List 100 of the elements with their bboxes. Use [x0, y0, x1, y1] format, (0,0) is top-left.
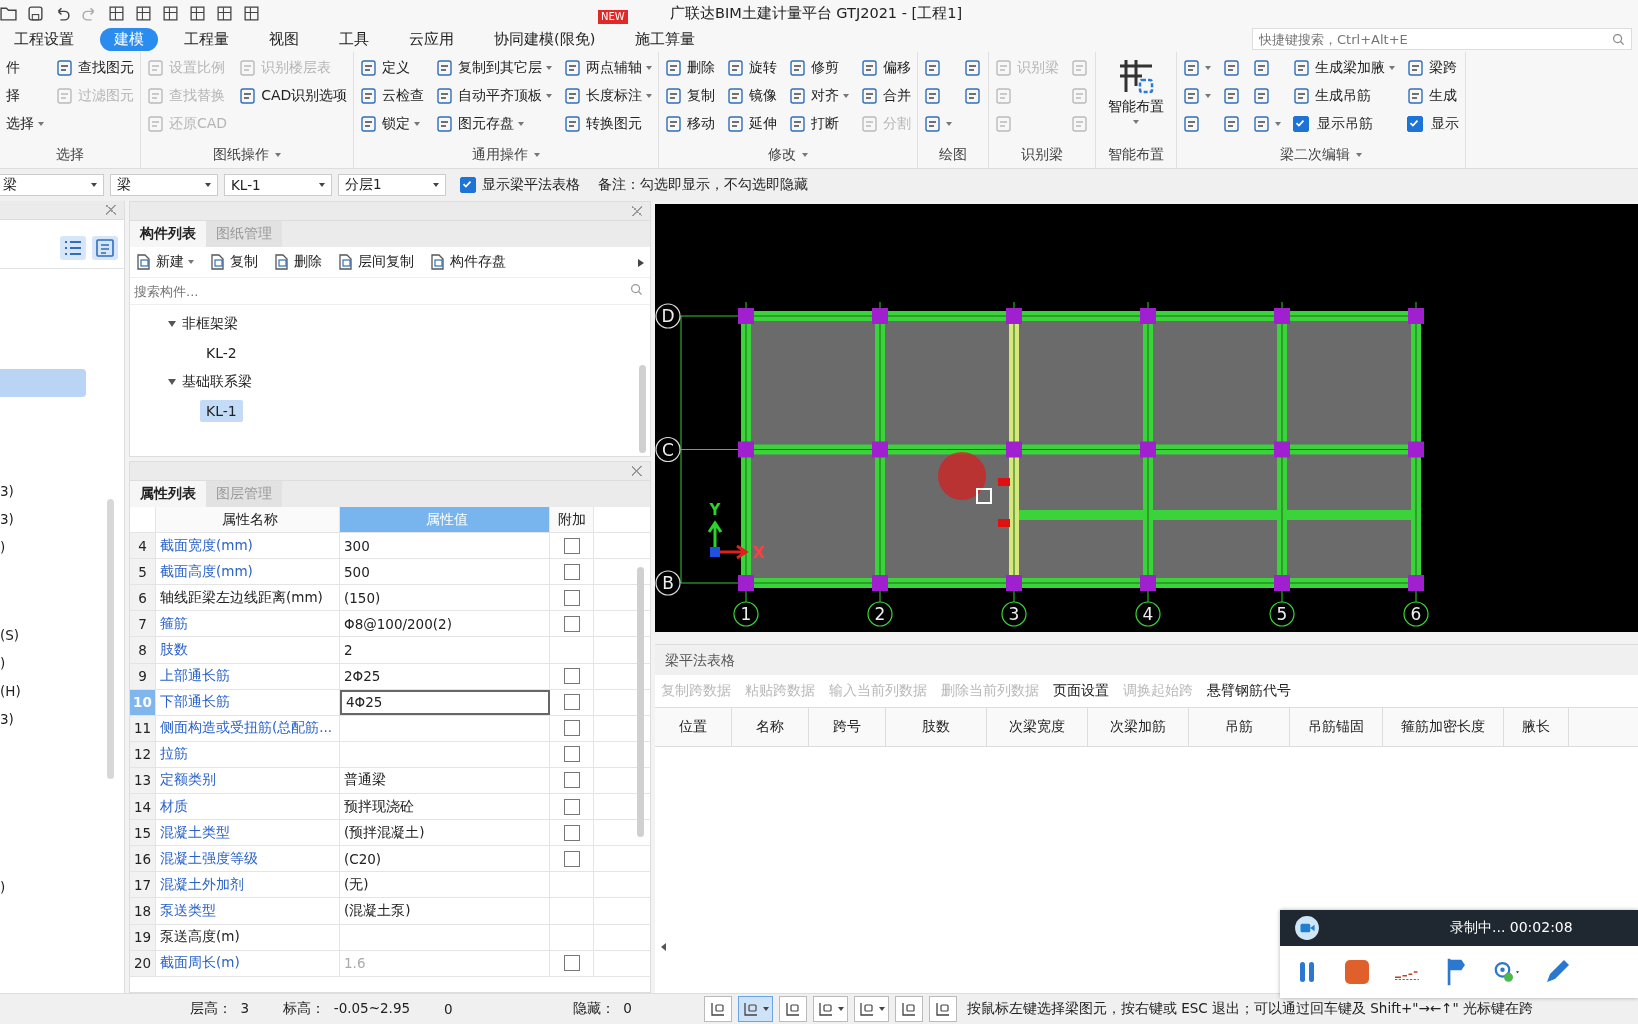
ribbon-button[interactable]: 旋转: [727, 54, 778, 82]
snap-button[interactable]: [853, 996, 889, 1022]
stop-icon[interactable]: [1342, 957, 1372, 987]
scrollbar[interactable]: [107, 499, 114, 779]
ribbon-button[interactable]: 生成吊筋: [1293, 82, 1396, 110]
tree-item[interactable]: KL-2: [200, 341, 243, 364]
list-item[interactable]: ): [0, 649, 86, 677]
beam-grid-drawing[interactable]: [680, 301, 1424, 603]
ribbon-button[interactable]: 偏移: [861, 54, 912, 82]
ribbon-button[interactable]: CAD识别选项: [239, 82, 348, 110]
ribbon-button[interactable]: 镜像: [727, 82, 778, 110]
property-value[interactable]: 预拌现浇砼: [340, 794, 550, 820]
ribbon-button[interactable]: 梁跨: [1407, 54, 1460, 82]
tree-item[interactable]: 基础联系梁: [182, 372, 252, 391]
checkbox[interactable]: [1407, 116, 1424, 132]
ribbon-button[interactable]: 删除: [665, 54, 716, 82]
ribbon-button[interactable]: 择: [6, 82, 44, 110]
checkbox-option[interactable]: 显示吊筋: [1293, 110, 1396, 138]
list-item[interactable]: 3): [0, 705, 86, 733]
checkbox[interactable]: [563, 720, 580, 737]
property-value[interactable]: 4Φ25: [340, 689, 550, 715]
snap-button[interactable]: [812, 996, 848, 1022]
property-value[interactable]: 300: [340, 533, 550, 559]
ribbon-button[interactable]: 查找图元: [56, 54, 134, 82]
list-item[interactable]: (S): [0, 621, 86, 649]
menu-tab[interactable]: 工具: [325, 27, 383, 51]
checkbox[interactable]: [563, 824, 580, 841]
large-ribbon-button[interactable]: 智能布置: [1102, 54, 1171, 128]
ribbon-button[interactable]: 移动: [665, 110, 716, 138]
list-item[interactable]: 3): [0, 505, 86, 533]
table-icon[interactable]: [216, 4, 233, 22]
menu-tab[interactable]: 工程量: [170, 27, 243, 51]
menu-tab[interactable]: 协同建模(限免): [480, 27, 610, 51]
property-value[interactable]: 2Φ25: [340, 663, 550, 689]
table-icon[interactable]: [189, 4, 206, 22]
property-value[interactable]: 500: [340, 559, 550, 585]
ribbon-button[interactable]: 转换图元: [564, 110, 653, 138]
table-icon[interactable]: [108, 4, 125, 22]
dropdown[interactable]: 梁: [110, 174, 218, 196]
property-value[interactable]: (预拌混凝土): [340, 820, 550, 846]
close-icon[interactable]: [106, 205, 116, 215]
property-value[interactable]: 2: [340, 637, 550, 663]
checkbox[interactable]: [563, 694, 580, 711]
ribbon-button[interactable]: 合并: [861, 82, 912, 110]
checkbox[interactable]: [563, 746, 580, 763]
snap-button[interactable]: [703, 996, 732, 1022]
ribbon-button[interactable]: 修剪: [789, 54, 850, 82]
property-value[interactable]: (C20): [340, 846, 550, 872]
ribbon-button[interactable]: 件: [6, 54, 44, 82]
menu-tab[interactable]: 视图: [255, 27, 313, 51]
list-item[interactable]: (H): [0, 677, 86, 705]
ribbon-button[interactable]: 复制: [665, 82, 716, 110]
checkbox[interactable]: [563, 589, 580, 606]
ribbon-button[interactable]: 选择: [6, 110, 44, 138]
checkbox-option[interactable]: 显示: [1407, 110, 1460, 138]
snap-button[interactable]: [737, 996, 773, 1022]
scrollbar[interactable]: [637, 567, 644, 837]
property-value[interactable]: 普通梁: [340, 767, 550, 794]
checkbox[interactable]: [563, 668, 580, 685]
ribbon-button[interactable]: 图元存盘: [436, 110, 553, 138]
toolbar-button[interactable]: 页面设置: [1053, 682, 1109, 700]
property-value[interactable]: (150): [340, 585, 550, 611]
expand-icon[interactable]: [168, 320, 176, 327]
menu-tab[interactable]: 云应用: [395, 27, 468, 51]
ribbon-button[interactable]: 长度标注: [564, 82, 653, 110]
checkbox[interactable]: [563, 850, 580, 867]
ribbon-button[interactable]: 打断: [789, 110, 850, 138]
scrollbar[interactable]: [639, 365, 646, 453]
toolbar-button[interactable]: 悬臂钢筋代号: [1207, 682, 1291, 700]
checkbox[interactable]: [563, 537, 580, 554]
ribbon-button[interactable]: 两点辅轴: [564, 54, 653, 82]
ribbon-button[interactable]: 延伸: [727, 110, 778, 138]
snap-button[interactable]: [928, 996, 957, 1022]
close-icon[interactable]: [632, 206, 642, 216]
ribbon-button[interactable]: 自动平齐顶板: [436, 82, 553, 110]
menu-tab[interactable]: 工程设置: [0, 27, 88, 51]
ribbon-button[interactable]: 云检查: [360, 82, 425, 110]
checkbox[interactable]: [563, 955, 580, 972]
ribbon-button[interactable]: 定义: [360, 54, 425, 82]
checkbox[interactable]: [563, 798, 580, 815]
checkbox[interactable]: [563, 615, 580, 632]
scroll-left-icon[interactable]: [661, 943, 666, 951]
dropdown[interactable]: 分层1: [338, 174, 446, 196]
list-item[interactable]: 3): [0, 477, 86, 505]
more-icon[interactable]: [638, 259, 644, 267]
tree-item[interactable]: 非框架梁: [182, 314, 238, 333]
dropdown[interactable]: KL-1: [224, 174, 332, 196]
save-icon[interactable]: [27, 4, 44, 22]
snap-button[interactable]: [894, 996, 923, 1022]
ribbon-button[interactable]: 对齐: [789, 82, 850, 110]
toolbar-button[interactable]: 构件存盘: [428, 253, 506, 271]
menu-tab[interactable]: 施工算量: [621, 27, 710, 51]
table-icon[interactable]: [135, 4, 152, 22]
search-field[interactable]: 快捷键搜索，Ctrl+Alt+E: [1252, 28, 1632, 50]
checkbox[interactable]: [1293, 116, 1310, 132]
snap-button[interactable]: [778, 996, 807, 1022]
table-icon[interactable]: [162, 4, 179, 22]
checkbox-option[interactable]: 显示梁平法表格: [460, 176, 580, 194]
toolbar-button[interactable]: 新建: [134, 253, 194, 271]
toolbar-button[interactable]: 层间复制: [336, 253, 414, 271]
